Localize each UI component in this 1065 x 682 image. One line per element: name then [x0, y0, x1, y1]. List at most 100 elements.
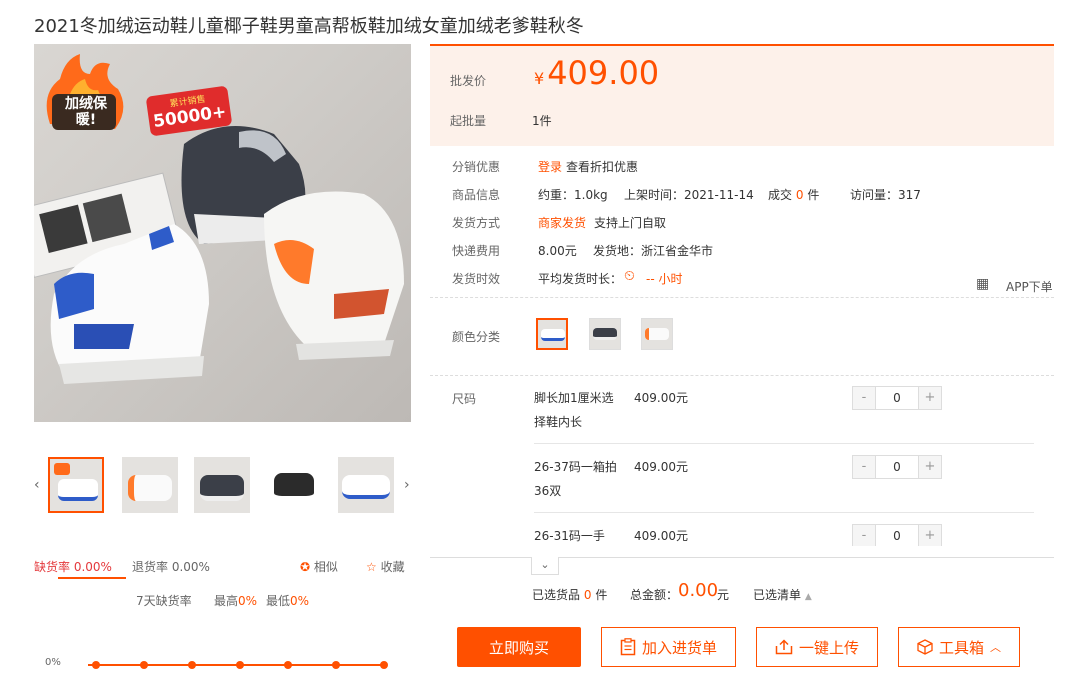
trend-point — [92, 661, 100, 669]
shipping-method-label: 发货方式 — [452, 216, 501, 230]
favorite-label: 收藏 — [380, 560, 405, 574]
increment-button[interactable]: + — [919, 387, 941, 409]
increment-button[interactable]: + — [919, 525, 941, 546]
add-to-cart-button[interactable]: 加入进货单 — [601, 627, 736, 667]
decrement-button[interactable]: - — [853, 525, 875, 546]
clock-icon: ⏲ — [624, 268, 635, 284]
divider — [430, 557, 1054, 558]
fire-badge: 加绒保暖! — [40, 54, 126, 136]
selected-goods: 已选货品 0 件 — [532, 586, 607, 603]
size-row: 26-31码一手 409.00元 - 0 + — [534, 524, 1034, 546]
product-info-label: 商品信息 — [452, 188, 501, 202]
chevron-left-icon[interactable]: ‹ — [34, 477, 40, 493]
quantity-stepper: - 0 + — [852, 386, 942, 410]
main-product-image[interactable]: 加绒保暖! 累计销售 50000+ — [34, 44, 411, 422]
deals-label: 成交 — [768, 188, 793, 202]
price-box: 批发价 ¥409.00 起批量 1件 — [430, 44, 1054, 146]
badge-text: 加绒保暖! — [65, 96, 107, 128]
moq-label: 起批量 — [450, 114, 487, 128]
trend-point — [332, 661, 340, 669]
distribution-label: 分销优惠 — [452, 160, 501, 174]
size-price: 409.00元 — [634, 529, 688, 543]
upload-label: 一键上传 — [798, 638, 859, 657]
discount-link[interactable]: 查看折扣优惠 — [566, 158, 638, 175]
selected-unit: 件 — [595, 588, 608, 602]
size-label: 尺码 — [452, 392, 477, 406]
color-swatch-3[interactable] — [641, 318, 673, 350]
quantity-stepper: - 0 + — [852, 455, 942, 479]
row-divider — [534, 443, 1034, 444]
max-rate: 最高0% — [214, 592, 257, 609]
seven-day-label: 7天缺货率 — [136, 594, 192, 608]
size-name: 脚长加1厘米选择鞋内长 — [534, 391, 614, 429]
moq-value: 1件 — [532, 114, 552, 128]
deals-unit: 件 — [807, 188, 820, 202]
upload-button[interactable]: 一键上传 — [756, 627, 878, 667]
weight-value: 约重：1.0kg — [538, 188, 608, 202]
login-link[interactable]: 登录 — [538, 158, 562, 175]
total-amount-unit: 元 — [717, 588, 730, 602]
size-name: 26-37码一箱拍36双 — [534, 460, 617, 498]
buy-now-label: 立即购买 — [488, 638, 549, 657]
total-amount-value: 0.00 — [678, 580, 719, 601]
color-swatch-1[interactable] — [536, 318, 568, 350]
return-rate[interactable]: 退货率 0.00% — [132, 558, 210, 575]
selected-list-link[interactable]: 已选清单 ▲ — [753, 586, 812, 603]
buy-now-button[interactable]: 立即购买 — [457, 627, 581, 667]
cube-icon — [917, 639, 933, 655]
wholesale-price-label: 批发价 — [450, 74, 487, 88]
color-swatch-2[interactable] — [589, 318, 621, 350]
quantity-input[interactable]: 0 — [875, 387, 919, 409]
similar-button[interactable]: ✪ 相似 — [300, 558, 338, 575]
trend-point — [236, 661, 244, 669]
visit-count: 访问量：317 — [850, 188, 921, 202]
caret-up-icon: ▲ — [804, 592, 812, 602]
price-value: 409.00 — [547, 54, 660, 92]
favorite-button[interactable]: ☆ 收藏 — [366, 558, 405, 575]
toolbox-label: 工具箱 — [938, 638, 984, 657]
ship-time-label: 发货时效 — [452, 272, 501, 286]
thumbnail-3[interactable] — [194, 457, 250, 513]
thumbnail-4[interactable] — [266, 457, 322, 513]
trend-point — [380, 661, 388, 669]
avg-ship-time-value: -- 小时 — [646, 272, 683, 286]
add-to-cart-label: 加入进货单 — [641, 638, 717, 657]
trend-line — [88, 661, 388, 669]
trend-point — [188, 661, 196, 669]
min-value: 0% — [290, 594, 310, 608]
trend-point — [140, 661, 148, 669]
clipboard-icon — [620, 638, 636, 656]
shortage-rate[interactable]: 缺货率 0.00% — [34, 558, 112, 575]
min-rate: 最低0% — [266, 592, 309, 609]
seller-shipping: 商家发货 — [538, 216, 587, 230]
increment-button[interactable]: + — [919, 456, 941, 478]
max-label: 最高 — [214, 594, 239, 608]
thumbnail-1[interactable] — [48, 457, 104, 513]
decrement-button[interactable]: - — [853, 456, 875, 478]
chevron-right-icon[interactable]: › — [404, 477, 410, 493]
min-label: 最低 — [266, 594, 291, 608]
wholesale-price: ¥409.00 — [534, 54, 659, 92]
pickup-support: 支持上门自取 — [594, 216, 667, 230]
avg-ship-time-label: 平均发货时长： — [538, 272, 623, 286]
shipping-fee-value: 8.00元 — [538, 244, 577, 258]
deals-value: 0 — [795, 188, 804, 202]
quantity-input[interactable]: 0 — [875, 525, 919, 546]
qrcode-icon[interactable]: ▦ — [976, 276, 989, 292]
chevron-up-icon: ︿ — [990, 641, 1001, 654]
star-icon: ☆ — [366, 560, 377, 574]
shortage-trend-chart: 0% — [34, 650, 414, 680]
app-order-link[interactable]: APP下单 — [1006, 278, 1053, 295]
color-label: 颜色分类 — [452, 330, 501, 344]
chevron-down-icon[interactable]: ⌄ — [531, 557, 559, 575]
product-title: 2021冬加绒运动鞋儿童椰子鞋男童高帮板鞋加绒女童加绒老爹鞋秋冬 — [34, 16, 584, 37]
thumbnail-2[interactable] — [122, 457, 178, 513]
thumbnail-5[interactable] — [338, 457, 394, 513]
size-price: 409.00元 — [634, 460, 688, 474]
selected-list-label: 已选清单 — [753, 588, 802, 602]
decrement-button[interactable]: - — [853, 387, 875, 409]
total-amount-label: 总金额： — [630, 588, 679, 602]
deals-count: 成交 0 件 — [768, 186, 819, 203]
quantity-input[interactable]: 0 — [875, 456, 919, 478]
toolbox-button[interactable]: 工具箱 ︿ — [898, 627, 1020, 667]
